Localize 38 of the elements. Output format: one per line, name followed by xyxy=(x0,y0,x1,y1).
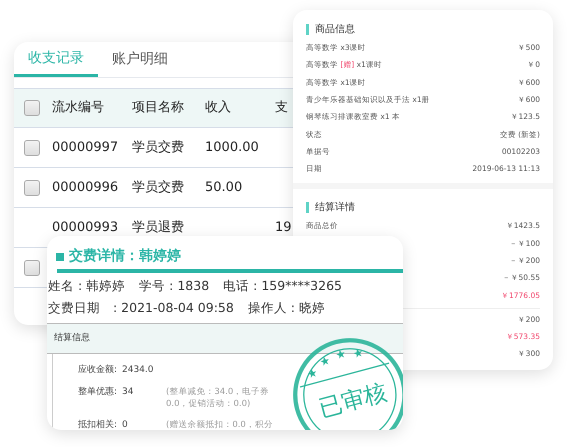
table-cell-text: 00000996 xyxy=(52,178,120,197)
checkbox[interactable] xyxy=(24,260,40,276)
checkbox[interactable] xyxy=(24,140,40,156)
amount-label: 整单优惠: xyxy=(78,386,118,398)
column-header: 支 xyxy=(275,99,288,118)
amount-value: 34 xyxy=(122,386,134,398)
column-header: 收入 xyxy=(205,99,232,118)
amount-label: 抵扣相关: xyxy=(78,419,118,430)
column-header: 项目名称 xyxy=(132,99,185,118)
amount-value: 2434.0 xyxy=(122,364,154,377)
tab[interactable]: 账户明细 xyxy=(98,42,182,77)
square-icon xyxy=(56,252,64,260)
info-text: 电话 : 159****3265 xyxy=(223,276,342,295)
amount-note: (整单减免：34.0，电子券 0.0，促销活动：0.0) xyxy=(166,386,270,411)
checkbox[interactable] xyxy=(24,180,40,196)
amount-note: (赠送余额抵扣：0.0，积分 xyxy=(166,419,274,430)
table-cell-text: 50.00 xyxy=(205,178,244,197)
title-bar xyxy=(306,202,309,213)
section-title: 商品信息 xyxy=(315,22,355,36)
table-cell-text: 学员退费 xyxy=(132,218,185,237)
table-cell-text: 学员交费 xyxy=(132,138,185,157)
table-cell-text: 00000993 xyxy=(52,218,120,237)
info-text: 操作人 : 晓婷 xyxy=(248,298,325,317)
table-cell-text: 学员交费 xyxy=(132,178,185,197)
checkbox[interactable] xyxy=(24,100,40,116)
info-text: 学号 : 1838 xyxy=(139,276,210,295)
table-cell-text: 1000.00 xyxy=(205,138,260,157)
info-text: 姓名 : 韩婷婷 xyxy=(48,276,126,295)
amount-value: 0 xyxy=(122,419,129,430)
info-text: 交费日期 : 2021-08-04 09:58 xyxy=(48,298,234,317)
column-header: 流水编号 xyxy=(52,99,105,118)
table-cell-text: 00000997 xyxy=(52,138,120,157)
table-cell-text: 19 xyxy=(275,218,292,237)
amount-label: 应收金额: xyxy=(78,364,118,377)
title-bar xyxy=(306,24,309,34)
card-title: 交费详情：韩婷婷 xyxy=(69,246,181,266)
section-header: 结算信息 xyxy=(47,323,403,354)
section-title: 结算详情 xyxy=(315,200,355,215)
